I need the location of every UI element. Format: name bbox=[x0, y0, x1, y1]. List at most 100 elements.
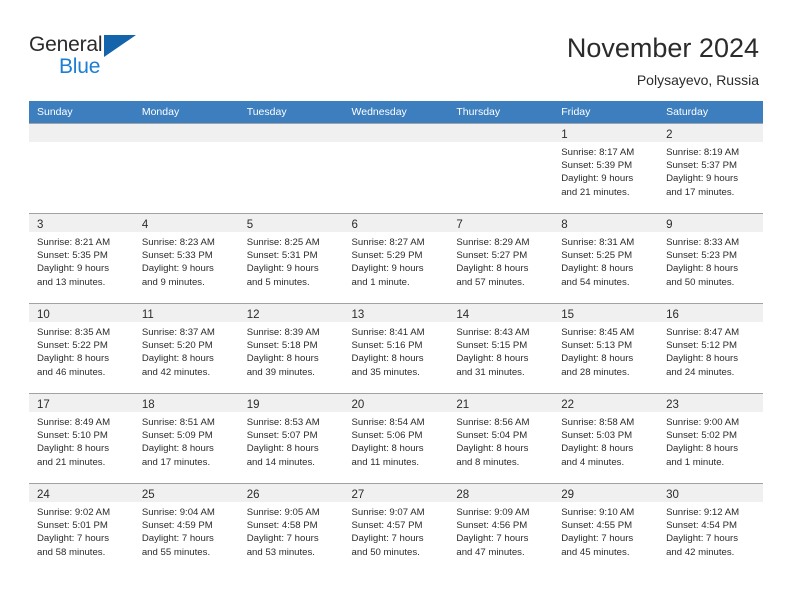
page-subtitle-location: Polysayevo, Russia bbox=[636, 72, 759, 88]
sunset-text: Sunset: 5:20 PM bbox=[141, 340, 213, 352]
calendar-day-cell[interactable]: 23 Sunrise: 9:00 AM Sunset: 5:02 PM Dayligh… bbox=[658, 393, 763, 484]
sunset-text: Sunset: 5:16 PM bbox=[351, 340, 423, 352]
day-details: Sunrise: 8:39 AM Sunset: 5:18 PM Daylight:… bbox=[239, 322, 344, 379]
day-number: 28 bbox=[456, 489, 470, 501]
day-details: Sunrise: 8:47 AM Sunset: 5:12 PM Daylight:… bbox=[658, 322, 763, 379]
calendar-day-cell[interactable]: 26 Sunrise: 9:05 AM Sunset: 4:58 PM Dayligh… bbox=[238, 483, 344, 574]
day-number-band: 7 bbox=[448, 214, 554, 232]
day-number: 12 bbox=[246, 309, 260, 321]
day-details: Sunrise: 8:53 AM Sunset: 5:07 PM Daylight:… bbox=[239, 412, 344, 469]
day-number: 23 bbox=[666, 399, 679, 411]
calendar-day-cell[interactable]: 4 Sunrise: 8:23 AM Sunset: 5:33 PM Daylight… bbox=[133, 213, 239, 304]
daylight-text-line1: Daylight: 8 hours bbox=[561, 353, 634, 365]
day-number-band: 11 bbox=[133, 304, 239, 322]
calendar-day-cell[interactable]: 28 Sunrise: 9:09 AM Sunset: 4:56 PM Dayligh… bbox=[448, 483, 554, 574]
daylight-text-line2: and 11 minutes. bbox=[351, 456, 420, 468]
sunset-text: Sunset: 5:22 PM bbox=[37, 340, 108, 352]
sunset-text: Sunset: 5:13 PM bbox=[561, 340, 633, 352]
daylight-text-line2: and 13 minutes. bbox=[37, 276, 106, 288]
day-number: 26 bbox=[246, 489, 260, 501]
day-number: 11 bbox=[141, 309, 154, 321]
day-number-band: 17 bbox=[29, 394, 134, 412]
day-number: 16 bbox=[666, 309, 679, 321]
daylight-text-line2: and 8 minutes. bbox=[456, 456, 520, 468]
weekday-header-saturday: Saturday bbox=[658, 101, 763, 124]
calendar-day-cell[interactable]: 18 Sunrise: 8:51 AM Sunset: 5:09 PM Dayligh… bbox=[133, 393, 239, 484]
calendar-day-cell[interactable]: 13 Sunrise: 8:41 AM Sunset: 5:16 PM Dayligh… bbox=[343, 303, 449, 394]
calendar-day-cell[interactable]: 20 Sunrise: 8:54 AM Sunset: 5:06 PM Dayligh… bbox=[343, 393, 449, 484]
calendar-day-cell[interactable]: 30 Sunrise: 9:12 AM Sunset: 4:54 PM Dayligh… bbox=[658, 483, 763, 574]
daylight-text-line2: and 14 minutes. bbox=[246, 456, 315, 468]
daylight-text-line2: and 50 minutes. bbox=[666, 276, 735, 288]
daylight-text-line1: Daylight: 8 hours bbox=[37, 353, 109, 365]
daylight-text-line1: Daylight: 8 hours bbox=[561, 443, 634, 455]
sunrise-text: Sunrise: 8:53 AM bbox=[246, 417, 320, 428]
sunrise-text: Sunrise: 8:23 AM bbox=[141, 237, 215, 248]
sunrise-text: Sunrise: 8:54 AM bbox=[351, 417, 425, 428]
sunrise-text: Sunrise: 9:09 AM bbox=[456, 507, 530, 518]
calendar-day-cell[interactable]: 19 Sunrise: 8:53 AM Sunset: 5:07 PM Dayligh… bbox=[238, 393, 344, 484]
sunrise-text: Sunrise: 8:47 AM bbox=[666, 327, 740, 338]
day-details: Sunrise: 8:35 AM Sunset: 5:22 PM Daylight:… bbox=[29, 322, 134, 379]
sunset-text: Sunset: 5:39 PM bbox=[561, 160, 633, 172]
daylight-text-line1: Daylight: 7 hours bbox=[351, 533, 424, 545]
day-number: 15 bbox=[561, 309, 575, 321]
calendar-day-cell[interactable]: 17 Sunrise: 8:49 AM Sunset: 5:10 PM Dayligh… bbox=[29, 393, 134, 484]
calendar-day-cell[interactable]: 3 Sunrise: 8:21 AM Sunset: 5:35 PM Daylight… bbox=[29, 213, 134, 304]
day-number-band bbox=[343, 124, 449, 142]
general-blue-logo[interactable]: General Blue bbox=[29, 30, 189, 86]
calendar-day-cell[interactable]: 5 Sunrise: 8:25 AM Sunset: 5:31 PM Daylight… bbox=[238, 213, 344, 304]
sunset-text: Sunset: 5:27 PM bbox=[456, 250, 528, 262]
sunrise-text: Sunrise: 8:25 AM bbox=[246, 237, 320, 248]
daylight-text-line1: Daylight: 7 hours bbox=[246, 533, 319, 545]
calendar-day-cell[interactable]: 1 Sunrise: 8:17 AM Sunset: 5:39 PM Daylight… bbox=[553, 123, 659, 214]
calendar-day-cell[interactable]: 10 Sunrise: 8:35 AM Sunset: 5:22 PM Dayligh… bbox=[29, 303, 134, 394]
day-number: 21 bbox=[456, 399, 470, 411]
calendar-day-cell[interactable]: 14 Sunrise: 8:43 AM Sunset: 5:15 PM Dayligh… bbox=[448, 303, 554, 394]
day-number-band: 6 bbox=[343, 214, 449, 232]
daylight-text-line1: Daylight: 7 hours bbox=[561, 533, 634, 545]
sunset-text: Sunset: 5:01 PM bbox=[37, 520, 108, 532]
sunset-text: Sunset: 5:33 PM bbox=[141, 250, 213, 262]
sunset-text: Sunset: 5:02 PM bbox=[666, 430, 737, 442]
calendar-day-cell[interactable]: 6 Sunrise: 8:27 AM Sunset: 5:29 PM Daylight… bbox=[343, 213, 449, 304]
day-number: 9 bbox=[666, 219, 673, 231]
calendar-day-cell[interactable]: 8 Sunrise: 8:31 AM Sunset: 5:25 PM Daylight… bbox=[553, 213, 659, 304]
calendar-day-cell[interactable]: 16 Sunrise: 8:47 AM Sunset: 5:12 PM Dayligh… bbox=[658, 303, 763, 394]
calendar-day-cell[interactable]: 27 Sunrise: 9:07 AM Sunset: 4:57 PM Dayligh… bbox=[343, 483, 449, 574]
daylight-text-line2: and 46 minutes. bbox=[37, 366, 106, 378]
day-number: 25 bbox=[141, 489, 155, 501]
daylight-text-line2: and 4 minutes. bbox=[561, 456, 625, 468]
day-details: Sunrise: 8:51 AM Sunset: 5:09 PM Daylight:… bbox=[134, 412, 239, 469]
calendar-header-row: Sunday Monday Tuesday Wednesday Thursday… bbox=[29, 101, 763, 124]
day-details: Sunrise: 8:45 AM Sunset: 5:13 PM Daylight:… bbox=[553, 322, 658, 379]
sunset-text: Sunset: 4:59 PM bbox=[141, 520, 213, 532]
calendar-day-cell[interactable]: 15 Sunrise: 8:45 AM Sunset: 5:13 PM Dayligh… bbox=[553, 303, 659, 394]
sunset-text: Sunset: 5:04 PM bbox=[456, 430, 528, 442]
calendar-day-cell[interactable]: 24 Sunrise: 9:02 AM Sunset: 5:01 PM Dayligh… bbox=[29, 483, 134, 574]
calendar-day-cell[interactable]: 7 Sunrise: 8:29 AM Sunset: 5:27 PM Daylight… bbox=[448, 213, 554, 304]
calendar-day-cell[interactable]: 11 Sunrise: 8:37 AM Sunset: 5:20 PM Dayligh… bbox=[133, 303, 239, 394]
sunrise-text: Sunrise: 8:39 AM bbox=[246, 327, 320, 338]
day-number: 2 bbox=[666, 129, 673, 141]
calendar-day-cell[interactable]: 22 Sunrise: 8:58 AM Sunset: 5:03 PM Dayligh… bbox=[553, 393, 659, 484]
calendar-day-cell[interactable]: 21 Sunrise: 8:56 AM Sunset: 5:04 PM Dayligh… bbox=[448, 393, 554, 484]
day-details: Sunrise: 8:17 AM Sunset: 5:39 PM Daylight:… bbox=[553, 142, 658, 199]
day-details: Sunrise: 8:58 AM Sunset: 5:03 PM Daylight:… bbox=[553, 412, 658, 469]
day-number: 4 bbox=[141, 219, 149, 231]
calendar-day-cell[interactable]: 9 Sunrise: 8:33 AM Sunset: 5:23 PM Daylight… bbox=[658, 213, 763, 304]
daylight-text-line1: Daylight: 8 hours bbox=[246, 443, 319, 455]
daylight-text-line2: and 28 minutes. bbox=[561, 366, 630, 378]
day-details: Sunrise: 8:49 AM Sunset: 5:10 PM Daylight:… bbox=[29, 412, 134, 469]
daylight-text-line1: Daylight: 7 hours bbox=[666, 533, 739, 545]
calendar-day-cell[interactable]: 25 Sunrise: 9:04 AM Sunset: 4:59 PM Dayligh… bbox=[133, 483, 239, 574]
sunrise-text: Sunrise: 8:17 AM bbox=[561, 147, 635, 158]
sunset-text: Sunset: 5:18 PM bbox=[246, 340, 318, 352]
calendar-day-cell[interactable]: 12 Sunrise: 8:39 AM Sunset: 5:18 PM Dayligh… bbox=[238, 303, 344, 394]
calendar-day-cell[interactable]: 2 Sunrise: 8:19 AM Sunset: 5:37 PM Daylight… bbox=[658, 123, 763, 214]
calendar-day-cell[interactable]: 29 Sunrise: 9:10 AM Sunset: 4:55 PM Dayligh… bbox=[553, 483, 659, 574]
day-number-band bbox=[133, 124, 239, 142]
sunrise-text: Sunrise: 9:07 AM bbox=[351, 507, 425, 518]
daylight-text-line2: and 50 minutes. bbox=[351, 546, 420, 558]
day-number-band: 16 bbox=[658, 304, 763, 322]
